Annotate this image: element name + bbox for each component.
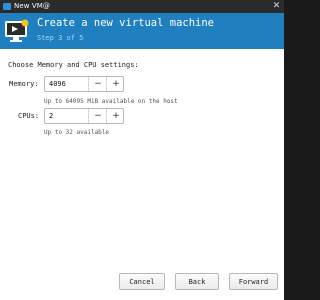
memory-hint: Up to 64095 MiB available on the host bbox=[44, 98, 178, 105]
wizard-content: Choose Memory and CPU settings: Memory: … bbox=[0, 49, 284, 300]
memory-increment-button[interactable]: + bbox=[106, 77, 125, 91]
computer-monitor-icon bbox=[5, 19, 29, 42]
forward-button[interactable]: Forward bbox=[229, 273, 278, 290]
wizard-step-indicator: Step 3 of 5 bbox=[37, 34, 84, 42]
back-button[interactable]: Back bbox=[175, 273, 219, 290]
cpus-value[interactable]: 2 bbox=[49, 109, 53, 123]
window-title: New VM@ bbox=[14, 2, 51, 10]
memory-label: Memory: bbox=[9, 80, 39, 88]
cpus-hint: Up to 32 available bbox=[44, 129, 110, 136]
cancel-button[interactable]: Cancel bbox=[119, 273, 165, 290]
section-heading: Choose Memory and CPU settings: bbox=[8, 61, 139, 69]
wizard-header: Create a new virtual machine Step 3 of 5 bbox=[0, 13, 284, 49]
cpus-label: CPUs: bbox=[18, 112, 40, 120]
memory-value[interactable]: 4096 bbox=[49, 77, 66, 91]
new-vm-dialog: New VM@ ✕ Create a new virtual machine S… bbox=[0, 0, 284, 300]
title-bar[interactable]: New VM@ ✕ bbox=[0, 0, 284, 13]
memory-decrement-button[interactable]: − bbox=[88, 77, 107, 91]
app-icon bbox=[3, 3, 11, 10]
cpus-increment-button[interactable]: + bbox=[106, 109, 125, 123]
memory-stepper[interactable]: 4096 − + bbox=[44, 76, 124, 92]
close-icon[interactable]: ✕ bbox=[269, 0, 284, 13]
wizard-title: Create a new virtual machine bbox=[37, 17, 215, 29]
cpus-decrement-button[interactable]: − bbox=[88, 109, 107, 123]
cpus-stepper[interactable]: 2 − + bbox=[44, 108, 124, 124]
